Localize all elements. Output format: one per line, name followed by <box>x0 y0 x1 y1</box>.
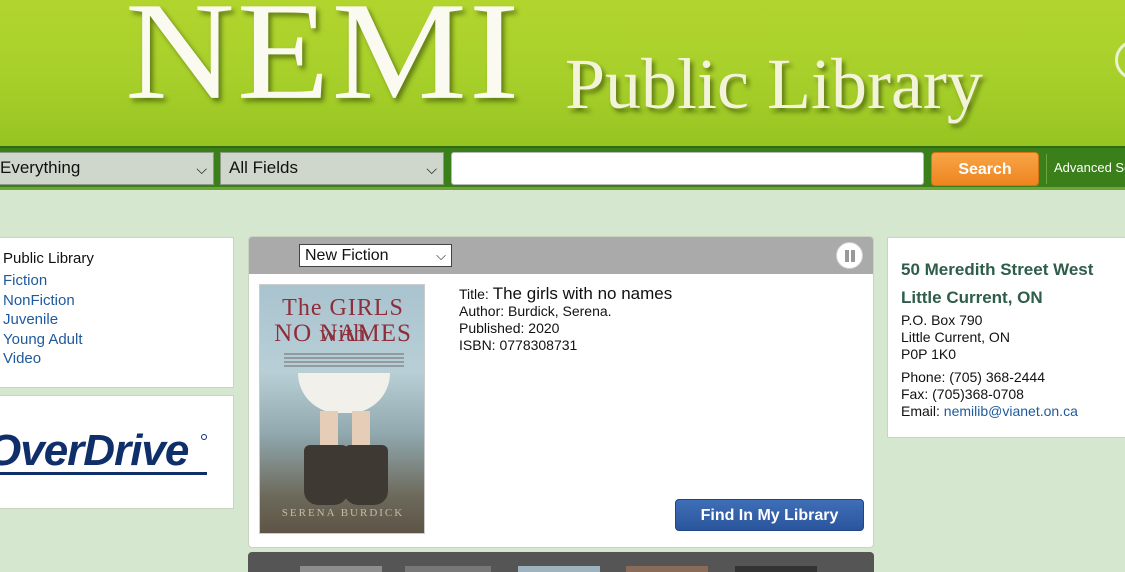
contact-fax: (705)368-0708 <box>932 386 1024 402</box>
contact-email-link[interactable]: nemilib@vianet.on.ca <box>944 403 1078 419</box>
author-label: Author: <box>459 303 505 319</box>
logo-public-library[interactable]: Public Library <box>565 44 983 124</box>
thumbnail[interactable] <box>518 566 600 572</box>
advanced-search-link[interactable]: Advanced Se <box>1054 160 1125 175</box>
cover-art <box>304 445 348 505</box>
book-details: Title: The girls with no names Author: B… <box>459 285 672 354</box>
phone-label: Phone: <box>901 369 946 385</box>
search-scope-value: Everything <box>0 158 81 177</box>
collections-heading: Public Library <box>3 250 94 267</box>
site-banner: NEMI Public Library <box>0 0 1125 146</box>
second-carousel <box>248 552 874 572</box>
link-juvenile[interactable]: Juvenile <box>3 310 233 330</box>
thumbnail[interactable] <box>735 566 817 572</box>
contact-town: Little Current, ON <box>901 329 1010 345</box>
banner-ring-icon <box>1115 40 1125 80</box>
thumbnail[interactable] <box>626 566 708 572</box>
book-title: The girls with no names <box>492 284 673 303</box>
chevron-down-icon: ⌵ <box>436 248 446 263</box>
thumbnail[interactable] <box>300 566 382 572</box>
search-field-value: All Fields <box>229 158 298 177</box>
contact-street: 50 Meredith Street West <box>901 260 1094 279</box>
isbn-label: ISBN: <box>459 337 496 353</box>
overdrive-panel: OverDrive <box>0 395 234 509</box>
book-cover[interactable]: The GIRLS with NO NAMES SERENA BURDICK <box>259 284 425 534</box>
divider <box>1046 154 1047 184</box>
book-author: Burdick, Serena. <box>508 303 612 319</box>
link-young-adult[interactable]: Young Adult <box>3 330 233 350</box>
list-select-value: New Fiction <box>305 247 389 264</box>
logo-nemi[interactable]: NEMI <box>125 0 521 121</box>
cover-blurb <box>284 353 404 367</box>
pause-icon[interactable] <box>836 242 863 269</box>
book-published: 2020 <box>528 320 560 336</box>
carousel-toolbar: New Fiction ⌵ <box>249 237 873 274</box>
new-items-carousel: New Fiction ⌵ The GIRLS with NO NAMES SE… <box>248 236 874 548</box>
list-select[interactable]: New Fiction ⌵ <box>299 244 452 267</box>
cover-author: SERENA BURDICK <box>281 507 405 519</box>
chevron-down-icon: ⌵ <box>426 161 437 177</box>
book-isbn: 0778308731 <box>499 337 578 353</box>
link-nonfiction[interactable]: NonFiction <box>3 291 233 311</box>
published-label: Published: <box>459 320 525 336</box>
thumbnail[interactable] <box>405 566 491 572</box>
cover-art <box>298 373 390 413</box>
link-video[interactable]: Video <box>3 349 233 369</box>
overdrive-logo[interactable]: OverDrive <box>0 421 209 477</box>
cover-art <box>344 445 388 505</box>
chevron-down-icon: ⌵ <box>196 161 207 177</box>
overdrive-logo-text: OverDrive <box>0 426 189 475</box>
search-button[interactable]: Search <box>931 152 1039 186</box>
link-fiction[interactable]: Fiction <box>3 271 233 291</box>
contact-postal: P0P 1K0 <box>901 346 957 362</box>
search-field-select[interactable]: All Fields ⌵ <box>220 152 444 185</box>
search-bar: Everything ⌵ All Fields ⌵ Search Advance… <box>0 146 1125 190</box>
email-label: Email: <box>901 403 940 419</box>
title-label: Title: <box>459 286 489 302</box>
contact-city: Little Current, ON <box>901 288 1043 307</box>
find-in-library-button[interactable]: Find In My Library <box>675 499 864 531</box>
fax-label: Fax: <box>901 386 929 402</box>
collections-panel: Public Library Fiction NonFiction Juveni… <box>0 237 234 388</box>
search-input[interactable] <box>451 152 924 185</box>
contact-po-box: P.O. Box 790 <box>901 312 983 328</box>
contact-panel: 50 Meredith Street West Little Current, … <box>887 237 1125 438</box>
search-scope-select[interactable]: Everything ⌵ <box>0 152 214 185</box>
contact-phone: (705) 368-2444 <box>949 369 1046 385</box>
cover-title-line2: NO NAMES <box>274 320 412 347</box>
